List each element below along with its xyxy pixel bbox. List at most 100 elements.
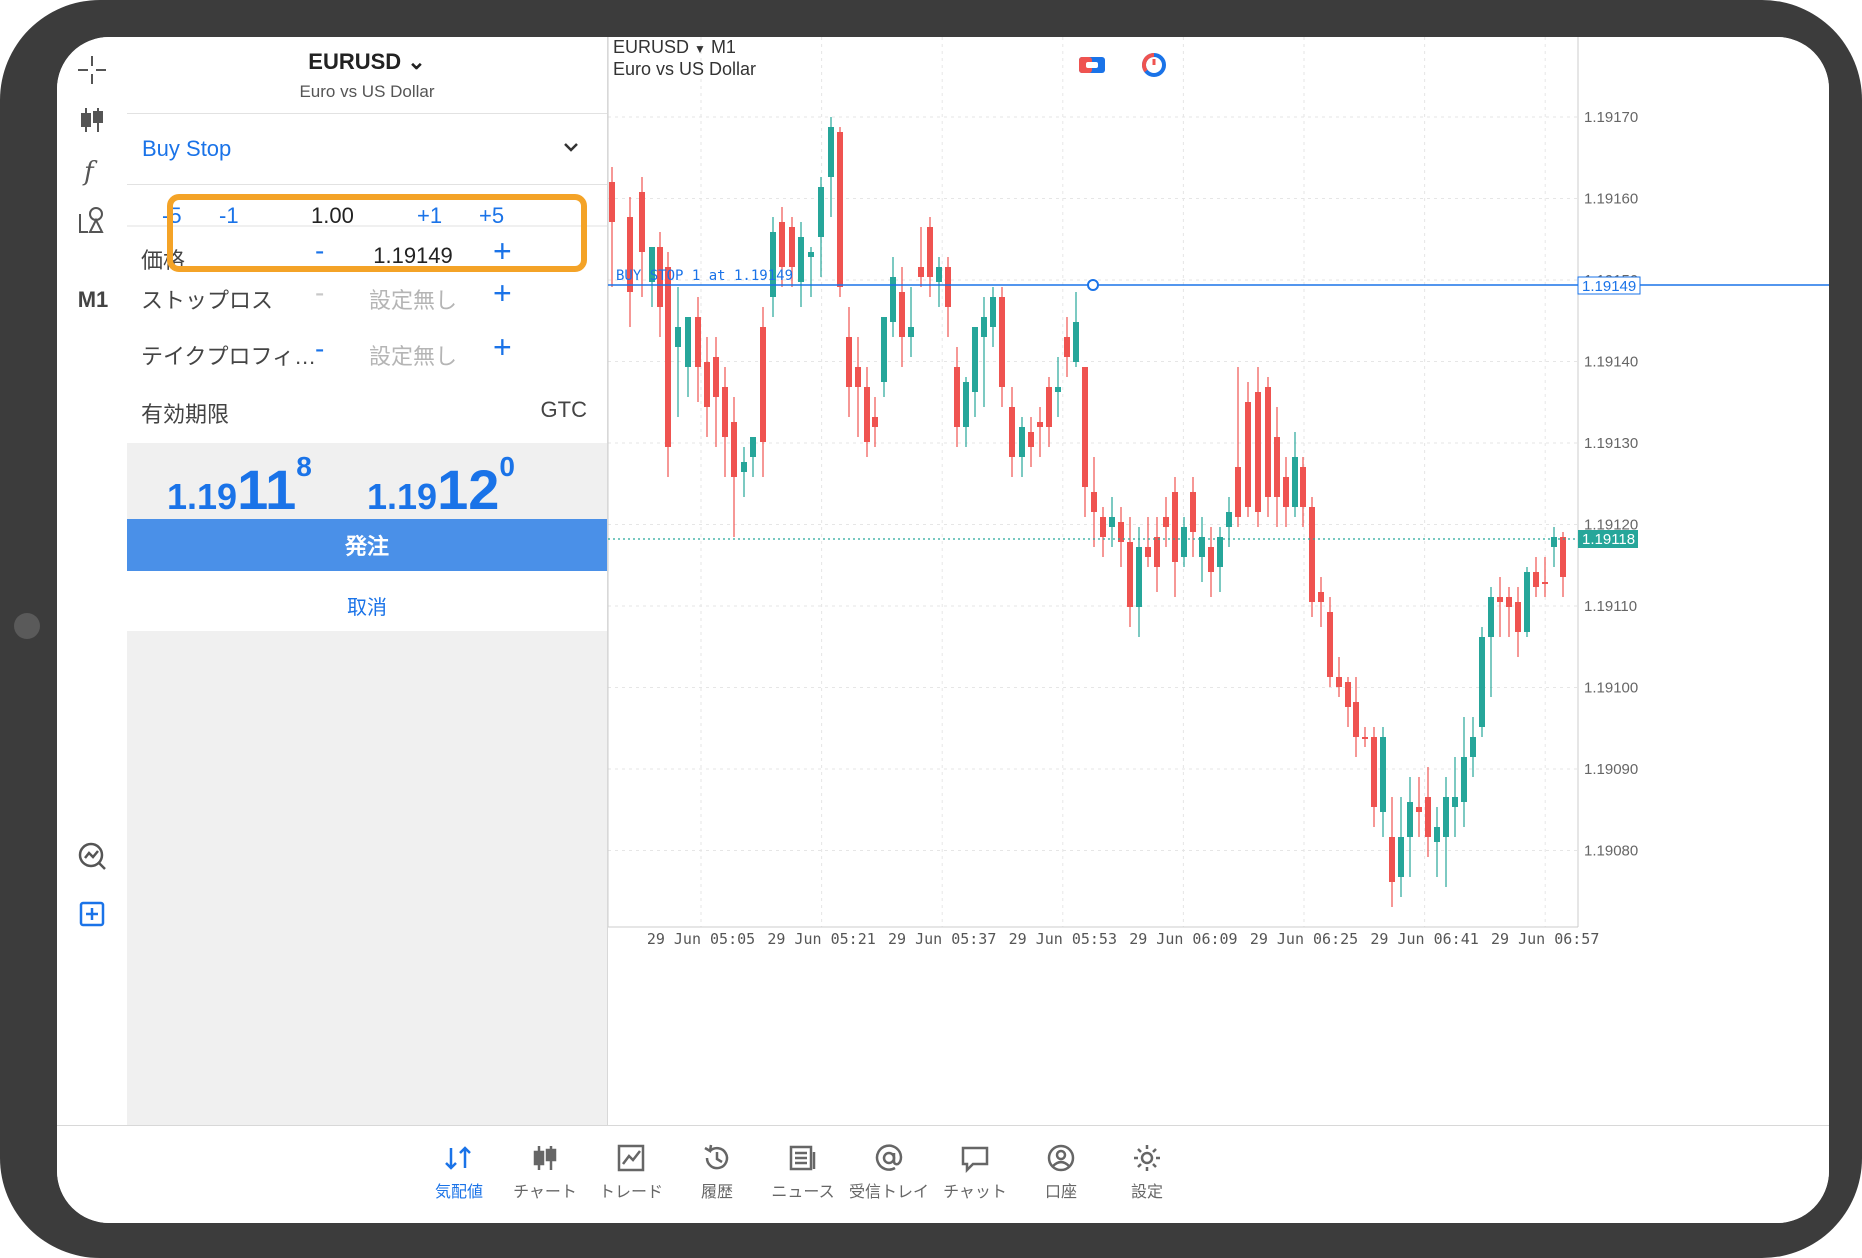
y-axis-tick-label: 1.19080 <box>1584 843 1638 860</box>
candle-body <box>1362 737 1368 739</box>
one-click-trading-icon[interactable] <box>1078 55 1106 75</box>
expiration-row[interactable]: 有効期限 GTC <box>127 377 607 443</box>
stop-loss-plus-button[interactable]: + <box>493 283 512 312</box>
take-profit-input[interactable]: 設定無し <box>363 339 463 371</box>
candle-body <box>1407 802 1413 837</box>
bottom-navigation: 気配値 チャート トレード 履歴 ニュース 受信トレイ チャット 口座 設定 <box>57 1125 1829 1223</box>
candle-body <box>1353 702 1359 737</box>
candle-body <box>1515 602 1521 632</box>
x-axis-tick-label: 29 Jun 05:05 <box>647 930 755 948</box>
candle-body <box>981 317 987 337</box>
candle-body <box>999 297 1005 387</box>
symbol-name[interactable]: EURUSD ⌄ <box>127 49 607 75</box>
candle-body <box>890 277 896 322</box>
candle-body <box>1300 467 1306 507</box>
candle-body <box>1082 367 1088 487</box>
x-axis-tick-label: 29 Jun 06:25 <box>1250 930 1358 948</box>
order-line-handle[interactable] <box>1087 279 1099 291</box>
candle-body <box>1345 682 1351 707</box>
tab-account[interactable]: 口座 <box>1016 1134 1106 1202</box>
tab-chart[interactable]: チャート <box>500 1134 590 1202</box>
candle-body <box>1136 547 1142 607</box>
symbol-header[interactable]: EURUSD ⌄ Euro vs US Dollar <box>127 37 607 114</box>
cancel-row: 取消 <box>127 571 607 631</box>
candle-body <box>1380 737 1386 812</box>
y-axis-tick-label: 1.19140 <box>1584 354 1638 371</box>
candle-body <box>908 327 914 337</box>
candle-body <box>675 327 681 347</box>
candle-body <box>1425 797 1431 837</box>
price-chart[interactable]: 1.191701.191601.191501.191401.191301.191… <box>608 37 1829 1125</box>
stop-loss-input[interactable]: 設定無し <box>363 283 463 315</box>
y-axis-tick-label: 1.19090 <box>1584 761 1638 778</box>
camera-dot <box>14 613 40 639</box>
candles-icon[interactable] <box>67 95 117 145</box>
stop-loss-minus-button[interactable]: - <box>315 283 324 309</box>
candle-body <box>1064 337 1070 357</box>
candle-body <box>1443 797 1449 837</box>
x-axis-tick-label: 29 Jun 05:53 <box>1009 930 1117 948</box>
svg-text:f: f <box>82 157 98 186</box>
candle-body <box>1560 537 1566 577</box>
candle-body <box>828 127 834 177</box>
candle-body <box>665 267 671 447</box>
x-axis-tick-label: 29 Jun 06:09 <box>1129 930 1237 948</box>
candle-body <box>846 337 852 387</box>
tab-news[interactable]: ニュース <box>758 1134 848 1202</box>
candle-body <box>1019 427 1025 457</box>
expiration-value[interactable]: GTC <box>447 397 587 423</box>
trade-icon <box>617 1144 645 1172</box>
candle-body <box>990 297 996 327</box>
candle-body <box>1127 542 1133 607</box>
objects-icon[interactable] <box>67 195 117 245</box>
trade-analytics-icon[interactable] <box>67 831 117 881</box>
signals-icon[interactable] <box>1140 51 1168 79</box>
tab-label: 気配値 <box>434 1182 483 1201</box>
candle-body <box>864 387 870 442</box>
candle-body <box>1172 492 1178 562</box>
y-axis-tick-label: 1.19160 <box>1584 191 1638 208</box>
place-order-button[interactable]: 発注 <box>127 519 607 571</box>
take-profit-plus-button[interactable]: + <box>493 329 512 366</box>
candle-body <box>1181 527 1187 557</box>
candle-body <box>808 252 814 257</box>
candle-body <box>1389 837 1395 882</box>
tab-quotes[interactable]: 気配値 <box>414 1134 504 1202</box>
candle-body <box>779 222 785 267</box>
candle-body <box>789 227 795 267</box>
tab-chat[interactable]: チャット <box>930 1134 1020 1202</box>
candle-body <box>731 422 737 477</box>
tab-mail[interactable]: 受信トレイ <box>844 1134 934 1202</box>
candle-body <box>1046 387 1052 427</box>
new-order-icon[interactable] <box>67 889 117 939</box>
tab-label: 口座 <box>1044 1182 1077 1201</box>
candle-body <box>685 317 691 367</box>
candle-body <box>1283 477 1289 507</box>
candle-body <box>704 362 710 407</box>
candle-body <box>1199 537 1205 557</box>
tab-history[interactable]: 履歴 <box>672 1134 762 1202</box>
candle-body <box>1461 757 1467 802</box>
crosshair-icon[interactable] <box>67 45 117 95</box>
x-axis-tick-label: 29 Jun 05:21 <box>767 930 875 948</box>
candle-body <box>963 382 969 427</box>
left-toolbar: f M1 <box>57 37 127 1125</box>
chart-canvas: 1.191701.191601.191501.191401.191301.191… <box>608 37 1829 948</box>
candle-body <box>1533 572 1539 587</box>
take-profit-minus-button[interactable]: - <box>315 333 324 365</box>
candle-body <box>798 237 804 282</box>
order-type-select[interactable]: Buy Stop <box>127 114 607 185</box>
candle-body <box>1497 597 1503 602</box>
timeframe-button[interactable]: M1 <box>65 287 121 313</box>
candle-body <box>1274 437 1280 497</box>
tab-trade[interactable]: トレード <box>586 1134 676 1202</box>
tab-label: 履歴 <box>700 1182 733 1201</box>
candle-body <box>741 462 747 472</box>
ask-price: 1.19120 <box>367 451 515 521</box>
candle-body <box>1073 322 1079 362</box>
chart-symbol[interactable]: EURUSD ▼ M1 <box>613 37 736 58</box>
indicator-icon[interactable]: f <box>67 145 117 195</box>
cancel-button[interactable]: 取消 <box>127 591 607 620</box>
chart-icon <box>533 1146 557 1170</box>
tab-settings[interactable]: 設定 <box>1102 1134 1192 1202</box>
